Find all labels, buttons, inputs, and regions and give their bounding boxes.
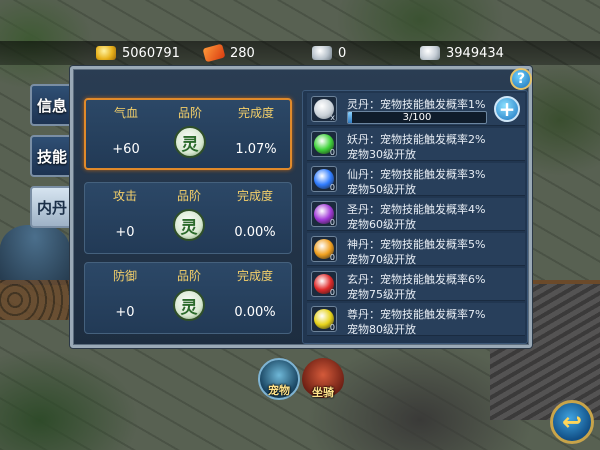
pill-slot[interactable]: 0 bbox=[311, 131, 337, 157]
grade-header: 品阶 bbox=[177, 106, 202, 120]
attribute-value: +0 bbox=[115, 225, 135, 240]
attribute-name: 防御 bbox=[112, 269, 137, 283]
completion-value: 1.07% bbox=[235, 142, 277, 157]
bound-silver-resource: 3949434 bbox=[420, 46, 504, 61]
attribute-card-attack[interactable]: 攻击 品阶 完成度 灵 +0 0.00% bbox=[84, 182, 292, 254]
attribute-name: 攻击 bbox=[112, 189, 137, 203]
tab-info[interactable]: 信息 bbox=[30, 84, 72, 126]
grade-header: 品阶 bbox=[176, 189, 201, 203]
pill-slot[interactable]: 0 bbox=[311, 271, 337, 297]
inner-pill-list: x 灵丹：宠物技能触发概率1% 3/100 + 0 妖丹：宠物技能触发概率2% 宠物… bbox=[302, 90, 528, 344]
gold-resource: 5060791 bbox=[96, 46, 180, 61]
pill-count: 0 bbox=[329, 148, 335, 157]
pill-description: 灵丹：宠物技能触发概率1% bbox=[347, 98, 486, 111]
pill-count: x bbox=[330, 113, 335, 122]
completion-header: 完成度 bbox=[237, 106, 274, 120]
bound-silver-amount: 3949434 bbox=[446, 45, 504, 61]
pill-unlock-requirement: 宠物50级开放 bbox=[347, 183, 416, 196]
progress-text: 3/100 bbox=[402, 112, 432, 123]
grade-header: 品阶 bbox=[176, 269, 201, 283]
pill-slot[interactable]: 0 bbox=[311, 166, 337, 192]
help-button[interactable]: ? bbox=[510, 68, 532, 90]
ticket-icon bbox=[202, 43, 226, 63]
completion-header: 完成度 bbox=[236, 189, 273, 203]
attribute-header: 攻击 品阶 完成度 bbox=[85, 187, 291, 205]
pet-button[interactable]: 宠物 bbox=[258, 358, 300, 400]
silver-ingot-icon bbox=[312, 46, 332, 60]
pill-progress-bar: 3/100 bbox=[347, 111, 487, 124]
pill-count: 0 bbox=[329, 253, 335, 262]
add-pill-button[interactable]: + bbox=[494, 96, 520, 122]
ticket-amount: 280 bbox=[230, 45, 255, 61]
pill-slot[interactable]: 0 bbox=[311, 236, 337, 262]
attribute-value: +0 bbox=[115, 305, 135, 320]
pill-unlock-requirement: 宠物70级开放 bbox=[347, 253, 416, 266]
attribute-name: 气血 bbox=[113, 106, 138, 120]
pill-slot[interactable]: x bbox=[311, 96, 337, 122]
barrels bbox=[0, 280, 70, 320]
pill-description: 尊丹：宠物技能触发概率7% bbox=[347, 308, 486, 321]
gold-ingot-icon bbox=[96, 46, 116, 60]
list-item-pill[interactable]: 0 尊丹：宠物技能触发概率7% 宠物80级开放 bbox=[307, 303, 525, 336]
attribute-values: +0 0.00% bbox=[85, 305, 291, 323]
pill-slot[interactable]: 0 bbox=[311, 306, 337, 332]
pill-count: 0 bbox=[329, 218, 335, 227]
completion-value: 0.00% bbox=[234, 225, 276, 240]
tab-inner-pill[interactable]: 内丹 bbox=[30, 186, 72, 228]
tent bbox=[0, 225, 70, 285]
pill-unlock-requirement: 宠物75级开放 bbox=[347, 288, 416, 301]
list-item-spirit-pill[interactable]: x 灵丹：宠物技能触发概率1% 3/100 + bbox=[307, 93, 525, 126]
mount-button-label: 坐骑 bbox=[312, 386, 334, 399]
pet-button-label: 宠物 bbox=[268, 384, 290, 397]
attribute-value: +60 bbox=[112, 142, 140, 157]
pill-count: 0 bbox=[329, 183, 335, 192]
pill-description: 神丹：宠物技能触发概率5% bbox=[347, 238, 486, 251]
completion-header: 完成度 bbox=[236, 269, 273, 283]
bound-silver-icon bbox=[420, 46, 440, 60]
list-item-pill[interactable]: 0 玄丹：宠物技能触发概率6% 宠物75级开放 bbox=[307, 268, 525, 301]
pill-unlock-requirement: 宠物30级开放 bbox=[347, 148, 416, 161]
pill-description: 妖丹：宠物技能触发概率2% bbox=[347, 133, 486, 146]
resource-bar: 5060791 280 0 3949434 bbox=[0, 41, 600, 65]
attribute-values: +0 0.00% bbox=[85, 225, 291, 243]
silver-amount: 0 bbox=[338, 45, 347, 61]
list-item-pill[interactable]: 0 神丹：宠物技能触发概率5% 宠物70级开放 bbox=[307, 233, 525, 266]
mount-button[interactable]: 坐骑 bbox=[302, 358, 344, 400]
list-item-pill[interactable]: 0 仙丹：宠物技能触发概率3% 宠物50级开放 bbox=[307, 163, 525, 196]
pill-count: 0 bbox=[329, 288, 335, 297]
attribute-values: +60 1.07% bbox=[86, 142, 290, 160]
pill-description: 玄丹：宠物技能触发概率6% bbox=[347, 273, 486, 286]
silver-resource: 0 bbox=[312, 46, 346, 61]
pill-description: 圣丹：宠物技能触发概率4% bbox=[347, 203, 486, 216]
pill-unlock-requirement: 宠物80级开放 bbox=[347, 323, 416, 336]
pill-count: 0 bbox=[329, 323, 335, 332]
attribute-header: 气血 品阶 完成度 bbox=[86, 104, 290, 122]
tab-skills[interactable]: 技能 bbox=[30, 135, 72, 177]
attribute-column: 气血 品阶 完成度 灵 +60 1.07% 攻击 品阶 完成度 灵 +0 0.0… bbox=[80, 90, 296, 344]
attribute-card-defense[interactable]: 防御 品阶 完成度 灵 +0 0.00% bbox=[84, 262, 292, 334]
list-item-pill[interactable]: 0 妖丹：宠物技能触发概率2% 宠物30级开放 bbox=[307, 128, 525, 161]
completion-value: 0.00% bbox=[234, 305, 276, 320]
list-item-pill[interactable]: 0 圣丹：宠物技能触发概率4% 宠物60级开放 bbox=[307, 198, 525, 231]
ticket-resource: 280 bbox=[202, 43, 255, 63]
attribute-header: 防御 品阶 完成度 bbox=[85, 267, 291, 285]
pill-unlock-requirement: 宠物60级开放 bbox=[347, 218, 416, 231]
attribute-card-hp[interactable]: 气血 品阶 完成度 灵 +60 1.07% bbox=[84, 98, 292, 170]
gold-amount: 5060791 bbox=[122, 45, 180, 61]
pill-description: 仙丹：宠物技能触发概率3% bbox=[347, 168, 486, 181]
pill-slot[interactable]: 0 bbox=[311, 201, 337, 227]
back-button[interactable]: ↩ bbox=[550, 400, 594, 444]
